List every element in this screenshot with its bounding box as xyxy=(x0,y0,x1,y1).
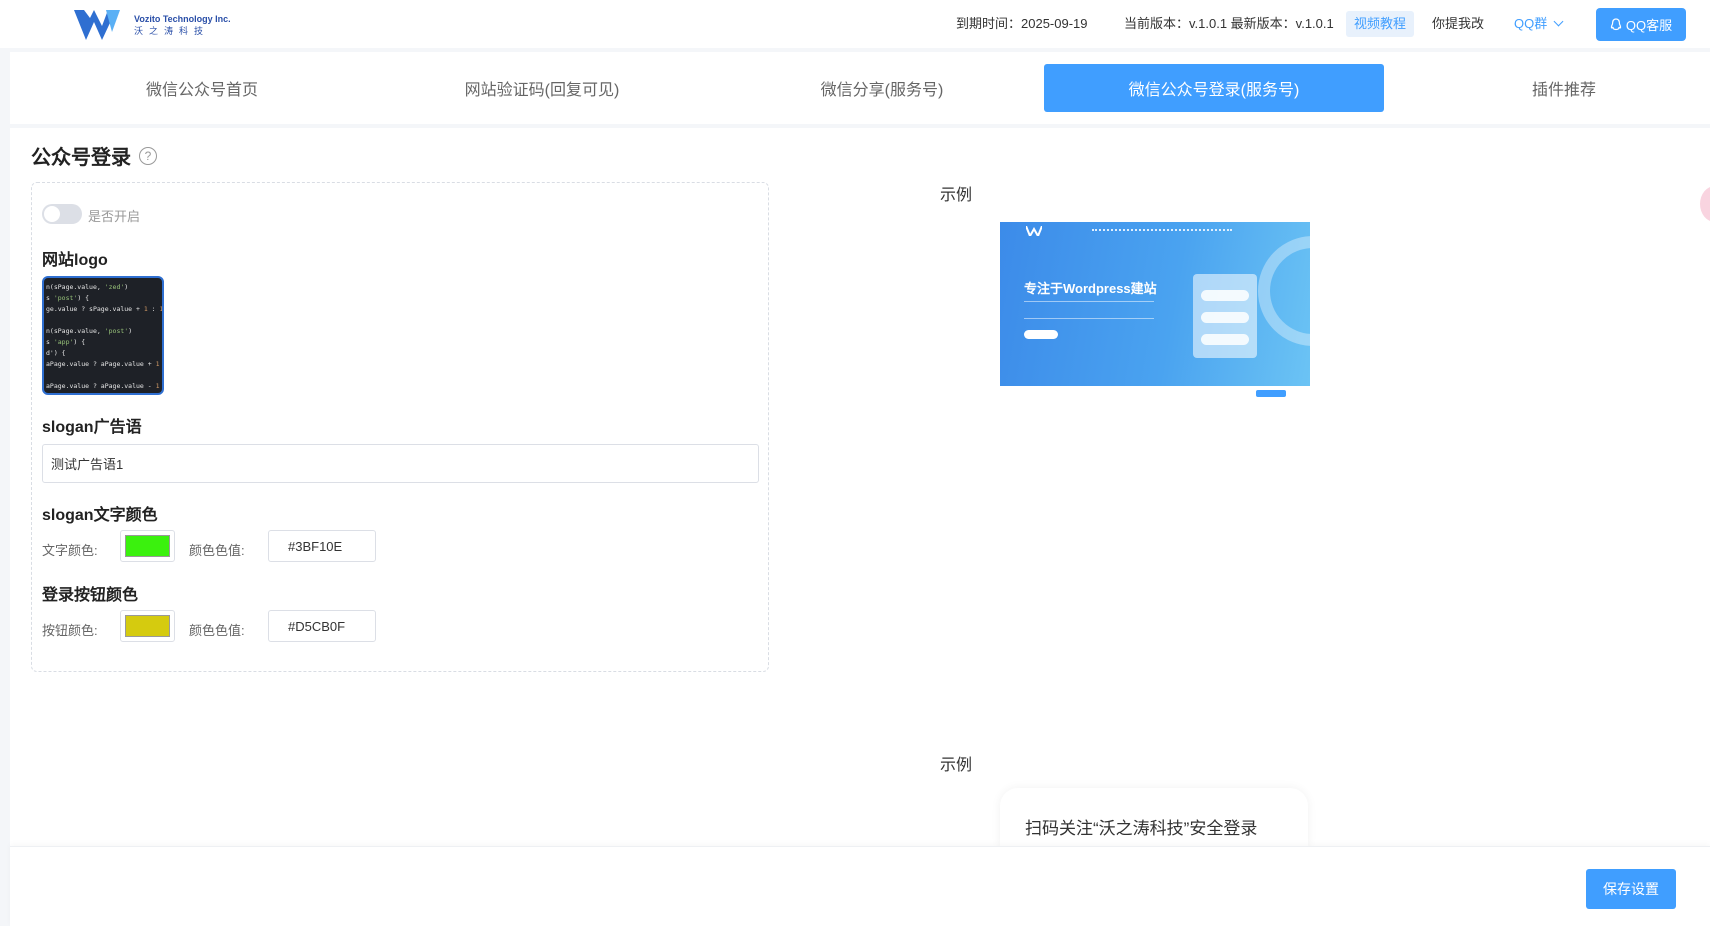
button-color-swatch xyxy=(125,615,170,637)
button-color-label: 登录按钮颜色 xyxy=(42,587,139,604)
logo-english-name: Vozito Technology Inc. xyxy=(134,14,231,24)
help-icon[interactable]: ? xyxy=(139,146,157,165)
preview-title: 专注于Wordpress建站 xyxy=(1024,281,1157,296)
logo-field-label: 网站logo xyxy=(42,252,108,269)
slogan-input[interactable]: 测试广告语1 xyxy=(42,444,759,483)
button-color-value-label: 颜色色值: xyxy=(189,623,245,638)
feedback-link[interactable]: 你提我改 xyxy=(1432,14,1484,34)
slogan-color-swatch xyxy=(125,535,170,557)
slogan-color-picker[interactable] xyxy=(120,530,175,562)
expire-date: 到期时间：2025-09-19 xyxy=(956,16,1088,31)
slogan-color-label: slogan文字颜色 xyxy=(42,507,158,524)
tab-site-captcha[interactable]: 网站验证码(回复可见) xyxy=(372,64,712,112)
preview-footer xyxy=(1000,386,1310,402)
example-label-2: 示例 xyxy=(940,757,973,774)
logo-w-icon xyxy=(74,10,120,40)
example-label-1: 示例 xyxy=(940,187,973,204)
example-preview-1: 专注于Wordpress建站 xyxy=(1000,222,1310,402)
tab-wechat-share[interactable]: 微信分享(服务号) xyxy=(712,64,1052,112)
slogan-field-label: slogan广告语 xyxy=(42,419,142,436)
button-color-row-label: 按钮颜色: xyxy=(42,623,98,638)
qq-service-button[interactable]: QQ客服 xyxy=(1596,8,1686,41)
save-button[interactable]: 保存设置 xyxy=(1586,869,1676,909)
qq-penguin-icon xyxy=(1610,18,1622,31)
enable-toggle[interactable] xyxy=(42,204,82,224)
qq-group-dropdown[interactable]: QQ群 xyxy=(1514,14,1564,34)
brand-logo[interactable]: Vozito Technology Inc. 沃之涛科技 xyxy=(72,8,231,42)
top-header: Vozito Technology Inc. 沃之涛科技 到期时间：2025-0… xyxy=(0,0,1710,48)
tab-wechat-home[interactable]: 微信公众号首页 xyxy=(32,64,372,112)
logo-upload-preview[interactable]: n(sPage.value, 'zed') s 'post') { ge.val… xyxy=(42,276,164,395)
enable-toggle-label: 是否开启 xyxy=(88,209,141,224)
page-title-text: 公众号登录 xyxy=(31,147,131,169)
preview-logo-icon xyxy=(1026,226,1042,236)
video-tutorial-link[interactable]: 视频教程 xyxy=(1346,11,1415,37)
tab-bar: 微信公众号首页 网站验证码(回复可见) 微信分享(服务号) 微信公众号登录(服务… xyxy=(10,52,1710,124)
preview-nav xyxy=(1000,222,1310,240)
button-color-hex-input[interactable]: #D5CB0F xyxy=(268,610,376,642)
bottom-action-bar xyxy=(10,846,1710,926)
slogan-color-hex-input[interactable]: #3BF10E xyxy=(268,530,376,562)
preview-cta xyxy=(1024,330,1058,339)
logo-chinese-name: 沃之涛科技 xyxy=(134,26,210,36)
qq-service-label: QQ客服 xyxy=(1625,18,1673,33)
wordpress-ring-icon xyxy=(1258,236,1310,346)
button-color-picker[interactable] xyxy=(120,610,175,642)
tab-plugin-recommend[interactable]: 插件推荐 xyxy=(1394,64,1710,112)
qq-group-label: QQ群 xyxy=(1514,16,1548,31)
text-color-label: 文字颜色: xyxy=(42,543,98,558)
preview-scan-text: 扫码关注“沃之涛科技”安全登录 xyxy=(1025,819,1258,838)
preview-card xyxy=(1193,274,1257,358)
version-info: 当前版本：v.1.0.1 最新版本：v.1.0.1 xyxy=(1124,16,1334,31)
slogan-color-value-label: 颜色色值: xyxy=(189,543,245,558)
page-title: 公众号登录 ? xyxy=(31,141,157,170)
chevron-down-icon xyxy=(1553,16,1564,27)
tab-wechat-login[interactable]: 微信公众号登录(服务号) xyxy=(1044,64,1384,112)
